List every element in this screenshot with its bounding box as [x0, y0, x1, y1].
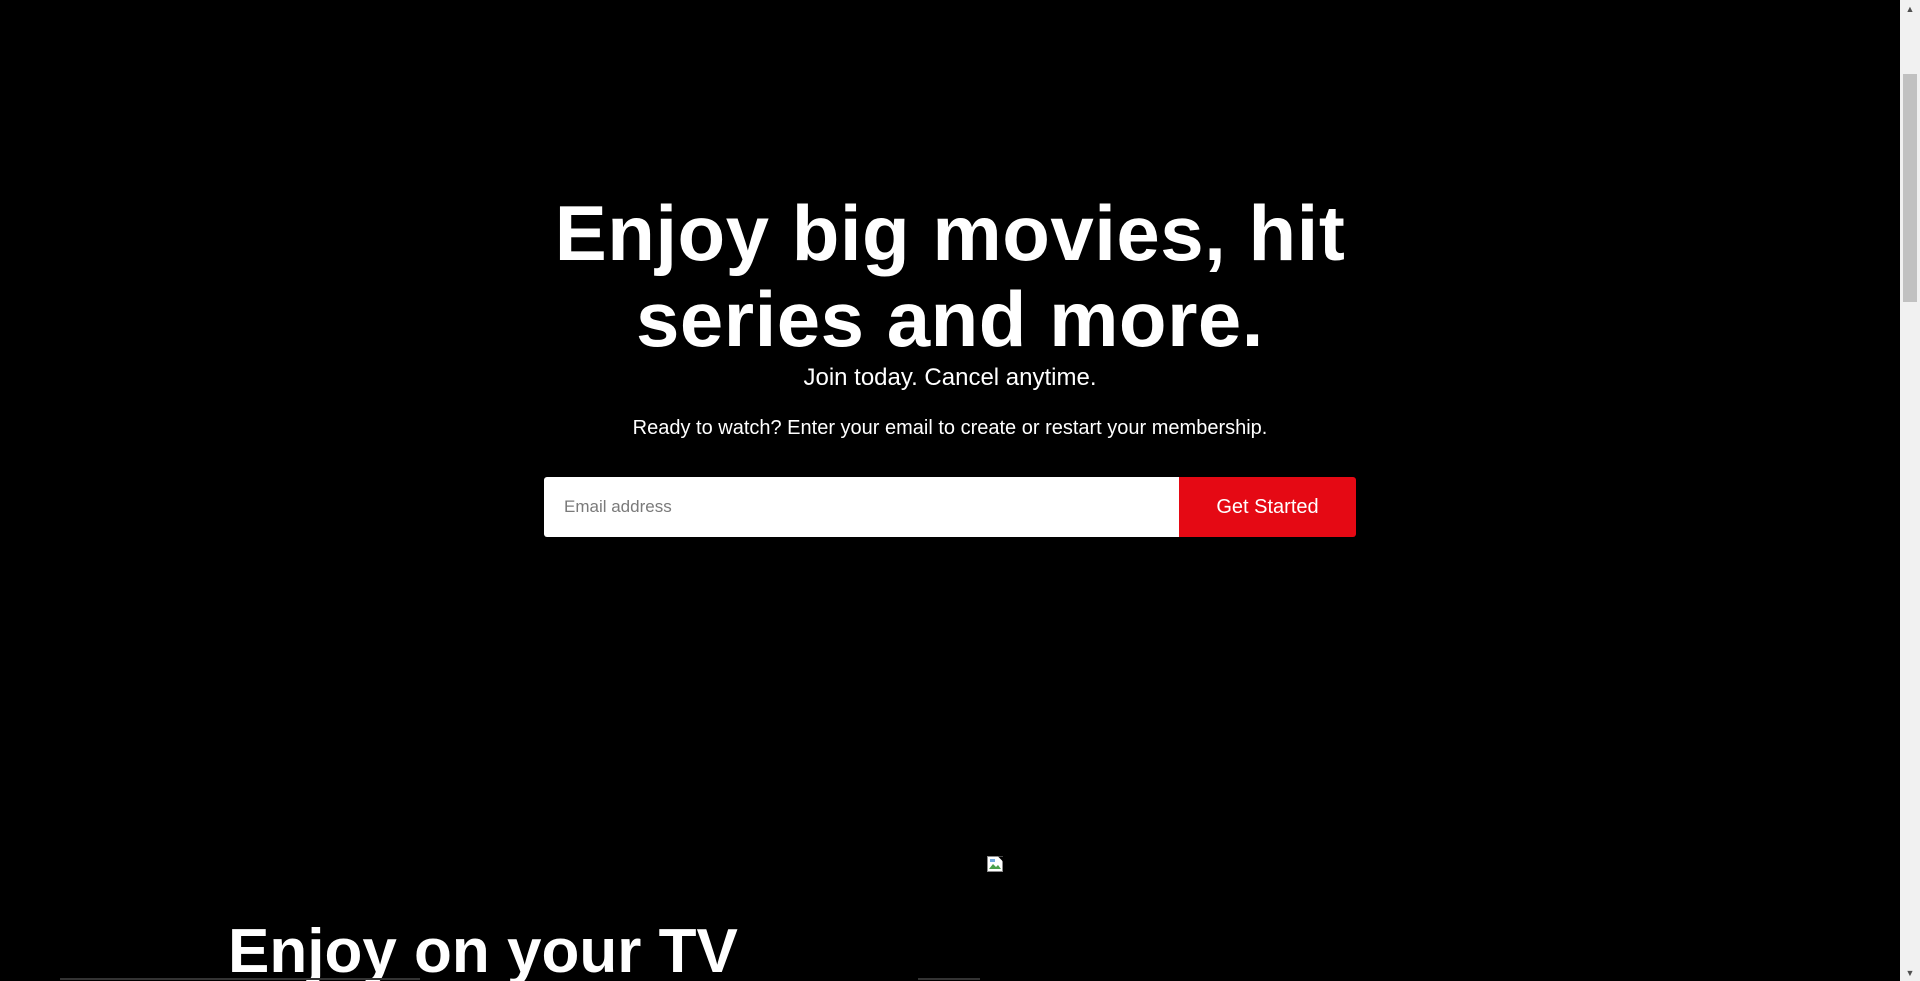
triangle-up-icon[interactable]: ▲ — [1900, 0, 1920, 17]
email-signup-form: Get Started — [544, 477, 1356, 537]
scrollbar-thumb[interactable] — [1903, 74, 1917, 302]
divider-right — [918, 978, 980, 980]
hero-title: Enjoy big movies, hit series and more. — [554, 189, 1346, 363]
page: Enjoy big movies, hit series and more. J… — [0, 0, 1920, 981]
triangle-down-icon[interactable]: ▼ — [1900, 964, 1920, 981]
divider-left — [60, 978, 420, 980]
hero-subtitle: Join today. Cancel anytime. — [803, 364, 1097, 391]
hero-prompt: Ready to watch? Enter your email to crea… — [632, 417, 1268, 439]
broken-image-icon — [986, 855, 1006, 875]
get-started-button[interactable]: Get Started — [1179, 477, 1356, 537]
feature-title-tv: Enjoy on your TV — [228, 917, 738, 981]
vertical-scrollbar[interactable]: ▲ ▼ — [1900, 0, 1920, 981]
email-input[interactable] — [544, 477, 1179, 537]
viewport: Enjoy big movies, hit series and more. J… — [0, 0, 1900, 981]
